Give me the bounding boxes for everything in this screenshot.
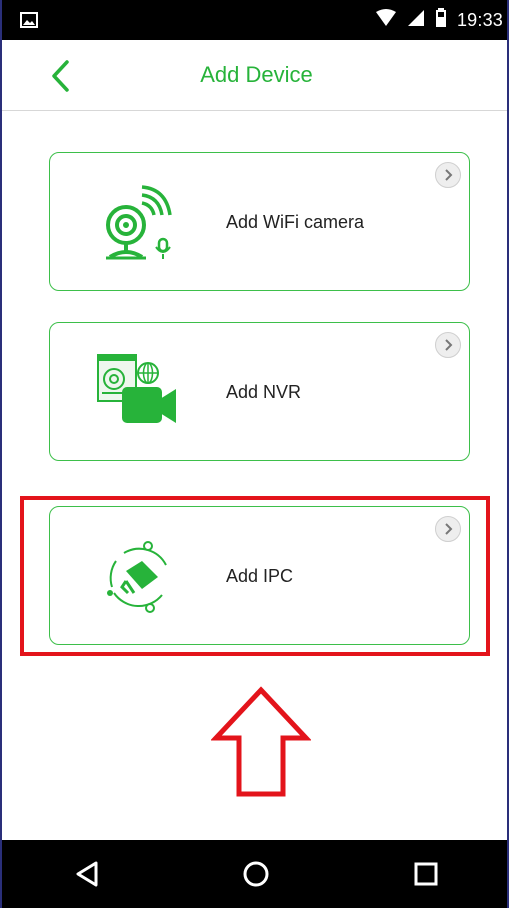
status-bar: 19:33: [2, 0, 507, 40]
square-recents-icon: [414, 862, 438, 886]
page-title: Add Device: [200, 62, 313, 87]
navigation-bar: [2, 840, 507, 908]
wifi-icon: [375, 9, 397, 32]
wifi-camera-icon: [96, 183, 186, 263]
add-wifi-camera-card[interactable]: Add WiFi camera: [49, 152, 470, 291]
nvr-icon: [96, 353, 186, 433]
app-header: Add Device: [2, 40, 507, 111]
highlight-box: [20, 496, 490, 656]
chevron-right-icon[interactable]: [435, 332, 461, 358]
nav-home-button[interactable]: [226, 849, 286, 899]
nav-back-button[interactable]: [57, 849, 117, 899]
card-label: Add WiFi camera: [226, 212, 365, 232]
battery-icon: [435, 8, 447, 33]
up-arrow-icon: [210, 686, 312, 798]
status-icons: 19:33: [375, 8, 503, 33]
card-label: Add NVR: [226, 382, 302, 402]
image-notification-icon: [20, 12, 38, 28]
circle-home-icon: [243, 861, 269, 887]
signal-icon: [407, 9, 425, 32]
chevron-right-icon[interactable]: [435, 162, 461, 188]
add-nvr-card[interactable]: Add NVR: [49, 322, 470, 461]
status-time: 19:33: [456, 10, 503, 30]
triangle-back-icon: [76, 861, 98, 887]
app-screen: 19:33 Add Device Add WiFi camera Add NVR…: [0, 0, 509, 908]
nav-recents-button[interactable]: [396, 849, 456, 899]
